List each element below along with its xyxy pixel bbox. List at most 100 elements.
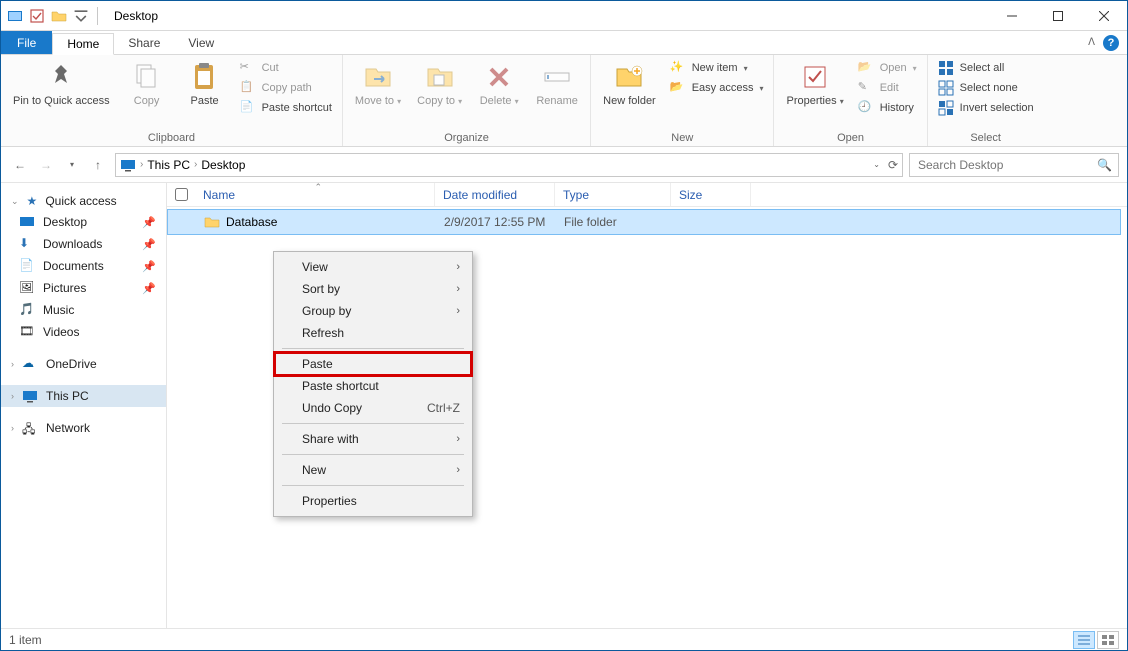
tab-view[interactable]: View <box>174 31 228 54</box>
documents-icon: 📄 <box>19 258 35 274</box>
ctx-share-with[interactable]: Share with› <box>274 428 472 450</box>
pin-to-quick-access-button[interactable]: Pin to Quick access <box>7 57 116 112</box>
address-history-dropdown[interactable]: ⌄ <box>873 160 880 169</box>
details-view-button[interactable] <box>1073 631 1095 649</box>
easy-access-button[interactable]: 📂Easy access ▾ <box>666 79 768 97</box>
maximize-button[interactable] <box>1035 1 1081 30</box>
breadcrumb[interactable]: Desktop <box>201 158 245 172</box>
folder-icon <box>204 214 220 230</box>
network-icon: 🖧 <box>22 420 38 436</box>
chevron-right-icon: › <box>11 391 14 401</box>
table-row[interactable]: Database 2/9/2017 12:55 PM File folder <box>167 209 1121 235</box>
column-size[interactable]: Size <box>671 183 751 206</box>
tab-home[interactable]: Home <box>52 33 114 55</box>
copy-icon <box>131 61 163 93</box>
select-all-icon <box>938 60 954 76</box>
copy-path-button[interactable]: 📋Copy path <box>236 79 336 97</box>
ribbon-group-open: Properties ▾ 📂Open ▾ ✎Edit 🕘History Open <box>774 55 927 146</box>
new-folder-button[interactable]: New folder <box>597 57 662 112</box>
search-input[interactable] <box>916 157 1076 173</box>
sidebar-item-network[interactable]: ›🖧Network <box>1 417 166 439</box>
search-icon[interactable]: 🔍 <box>1097 158 1112 172</box>
ctx-group-by[interactable]: Group by› <box>274 300 472 322</box>
tab-share[interactable]: Share <box>114 31 174 54</box>
tab-file[interactable]: File <box>1 31 52 54</box>
search-box[interactable]: 🔍 <box>909 153 1119 177</box>
sidebar-item-music[interactable]: 🎵Music <box>1 299 166 321</box>
thumbnails-view-button[interactable] <box>1097 631 1119 649</box>
invert-selection-button[interactable]: Invert selection <box>934 99 1038 117</box>
sidebar-item-videos[interactable]: 🎞Videos <box>1 321 166 343</box>
new-folder-icon <box>613 61 645 93</box>
context-menu: View› Sort by› Group by› Refresh Paste P… <box>273 251 473 517</box>
copy-path-icon: 📋 <box>240 80 256 96</box>
copy-to-button[interactable]: Copy to ▾ <box>411 57 468 112</box>
sidebar-item-downloads[interactable]: ⬇Downloads📌 <box>1 233 166 255</box>
column-type[interactable]: Type <box>555 183 671 206</box>
sidebar-item-desktop[interactable]: Desktop📌 <box>1 211 166 233</box>
minimize-button[interactable] <box>989 1 1035 30</box>
cut-icon: ✂ <box>240 60 256 76</box>
sidebar-item-documents[interactable]: 📄Documents📌 <box>1 255 166 277</box>
history-button[interactable]: 🕘History <box>854 99 921 117</box>
title-bar: Desktop <box>1 1 1127 31</box>
item-count: 1 item <box>9 633 42 647</box>
ctx-paste[interactable]: Paste <box>274 353 472 375</box>
edit-button[interactable]: ✎Edit <box>854 79 921 97</box>
history-icon: 🕘 <box>858 100 874 116</box>
ctx-refresh[interactable]: Refresh <box>274 322 472 344</box>
open-button[interactable]: 📂Open ▾ <box>854 59 921 77</box>
paste-button[interactable]: Paste <box>178 57 232 112</box>
new-item-button[interactable]: ✨New item ▾ <box>666 59 768 77</box>
ctx-paste-shortcut[interactable]: Paste shortcut <box>274 375 472 397</box>
move-to-button[interactable]: Move to ▾ <box>349 57 407 112</box>
ribbon-group-label: Clipboard <box>7 132 336 146</box>
properties-button[interactable]: Properties ▾ <box>780 57 849 112</box>
pin-icon: 📌 <box>142 282 156 295</box>
file-list-area[interactable]: Name⌃ Date modified Type Size Database 2… <box>167 183 1127 628</box>
sidebar-item-quick-access[interactable]: ⌄★Quick access <box>1 191 166 211</box>
ctx-sort-by[interactable]: Sort by› <box>274 278 472 300</box>
nav-back-button[interactable]: ← <box>9 154 31 176</box>
sidebar-item-onedrive[interactable]: ›☁OneDrive <box>1 353 166 375</box>
address-bar[interactable]: › This PC › Desktop ⌄ ⟳ <box>115 153 903 177</box>
column-date[interactable]: Date modified <box>435 183 555 206</box>
rename-button[interactable]: Rename <box>530 57 584 112</box>
collapse-ribbon-icon[interactable]: ᐱ <box>1088 37 1095 48</box>
ribbon-group-label: Open <box>780 132 920 146</box>
refresh-icon[interactable]: ⟳ <box>888 158 898 172</box>
sidebar-item-pictures[interactable]: 🖼Pictures📌 <box>1 277 166 299</box>
ctx-properties[interactable]: Properties <box>274 490 472 512</box>
pictures-icon: 🖼 <box>19 280 35 296</box>
music-icon: 🎵 <box>19 302 35 318</box>
column-headers: Name⌃ Date modified Type Size <box>167 183 1127 207</box>
onedrive-icon: ☁ <box>22 356 38 372</box>
help-icon[interactable]: ? <box>1103 35 1119 51</box>
pin-icon: 📌 <box>142 260 156 273</box>
ctx-view[interactable]: View› <box>274 256 472 278</box>
nav-forward-button[interactable]: → <box>35 154 57 176</box>
ctx-new[interactable]: New› <box>274 459 472 481</box>
copy-button[interactable]: Copy <box>120 57 174 112</box>
cut-button[interactable]: ✂Cut <box>236 59 336 77</box>
select-all-button[interactable]: Select all <box>934 59 1038 77</box>
delete-button[interactable]: Delete ▾ <box>472 57 526 112</box>
ctx-undo-copy[interactable]: Undo CopyCtrl+Z <box>274 397 472 419</box>
close-button[interactable] <box>1081 1 1127 30</box>
sidebar-item-this-pc[interactable]: ›This PC <box>1 385 166 407</box>
nav-recent-dropdown[interactable]: ▾ <box>61 154 83 176</box>
qat-dropdown-icon[interactable] <box>73 8 89 24</box>
column-name[interactable]: Name⌃ <box>195 183 435 206</box>
qat-properties-icon[interactable] <box>29 8 45 24</box>
pin-icon <box>45 61 77 93</box>
quick-access-star-icon: ★ <box>27 194 38 208</box>
select-none-button[interactable]: Select none <box>934 79 1038 97</box>
breadcrumb[interactable]: This PC <box>147 158 190 172</box>
select-all-checkbox[interactable] <box>175 188 188 201</box>
qat-folder-icon[interactable] <box>51 8 67 24</box>
nav-up-button[interactable]: ↑ <box>87 154 109 176</box>
paste-shortcut-button[interactable]: 📄Paste shortcut <box>236 99 336 117</box>
paste-shortcut-icon: 📄 <box>240 100 256 116</box>
ribbon-tabs: File Home Share View ᐱ ? <box>1 31 1127 55</box>
easy-access-icon: 📂 <box>670 80 686 96</box>
